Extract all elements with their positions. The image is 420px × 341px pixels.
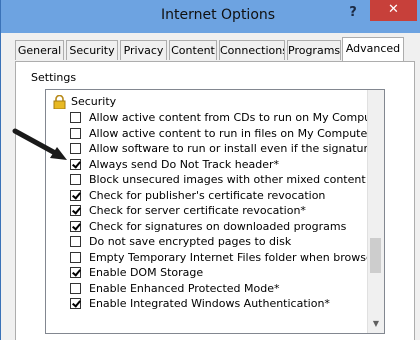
setting-label: Always send Do Not Track header* <box>89 157 280 171</box>
tab-strip: General Security Privacy Content Connect… <box>15 37 415 62</box>
setting-checkbox[interactable] <box>70 220 81 232</box>
tab-connections[interactable]: Connections <box>219 40 285 60</box>
setting-checkbox[interactable] <box>70 251 81 263</box>
help-button[interactable]: ? <box>341 3 365 23</box>
scrollbar-thumb[interactable] <box>370 238 381 273</box>
close-button[interactable]: ✕ <box>370 0 417 21</box>
settings-list[interactable]: Security Allow active content from CDs t… <box>45 89 385 334</box>
setting-label: Allow active content from CDs to run on … <box>89 111 385 124</box>
setting-label: Enable DOM Storage <box>89 266 204 279</box>
setting-label: Allow software to run or install even if… <box>89 142 385 155</box>
tab-advanced[interactable]: Advanced <box>342 37 404 61</box>
title-bar[interactable]: Internet Options ? ✕ <box>1 0 420 33</box>
setting-checkbox[interactable] <box>70 282 81 294</box>
setting-label: Block unsecured images with other mixed … <box>89 173 366 186</box>
setting-label: Empty Temporary Internet Files folder wh… <box>89 250 385 264</box>
next-list-row-partial <box>45 335 245 341</box>
tab-security[interactable]: Security <box>66 40 118 60</box>
setting-label: Check for server certificate revocation* <box>89 204 306 217</box>
lock-icon <box>53 95 66 109</box>
tab-programs[interactable]: Programs <box>287 40 341 60</box>
category-label: Security <box>71 95 117 108</box>
setting-checkbox[interactable] <box>70 189 81 201</box>
internet-options-window: Internet Options ? ✕ General Security Pr… <box>0 0 420 340</box>
setting-label: Allow active content to run in files on … <box>89 126 378 140</box>
arrow-annotation-icon <box>12 128 67 160</box>
setting-label: Check for signatures on downloaded progr… <box>89 219 347 233</box>
setting-checkbox[interactable] <box>70 236 81 247</box>
tab-content[interactable]: Content <box>169 40 217 60</box>
setting-checkbox[interactable] <box>70 174 81 185</box>
setting-checkbox[interactable] <box>70 267 81 278</box>
tab-privacy[interactable]: Privacy <box>120 40 167 60</box>
setting-checkbox[interactable] <box>70 298 81 309</box>
setting-label: Check for publisher's certificate revoca… <box>89 188 326 202</box>
settings-label: Settings <box>31 71 77 84</box>
setting-checkbox[interactable] <box>70 205 81 216</box>
scroll-down-arrow-icon[interactable]: ▼ <box>368 317 384 331</box>
setting-label: Do not save encrypted pages to disk <box>89 235 292 248</box>
window-title: Internet Options <box>161 7 276 23</box>
tab-general[interactable]: General <box>15 40 64 60</box>
setting-label: Enable Integrated Windows Authentication… <box>89 297 330 310</box>
vertical-scrollbar[interactable]: ▼ <box>367 90 384 333</box>
setting-label: Enable Enhanced Protected Mode* <box>89 281 280 295</box>
